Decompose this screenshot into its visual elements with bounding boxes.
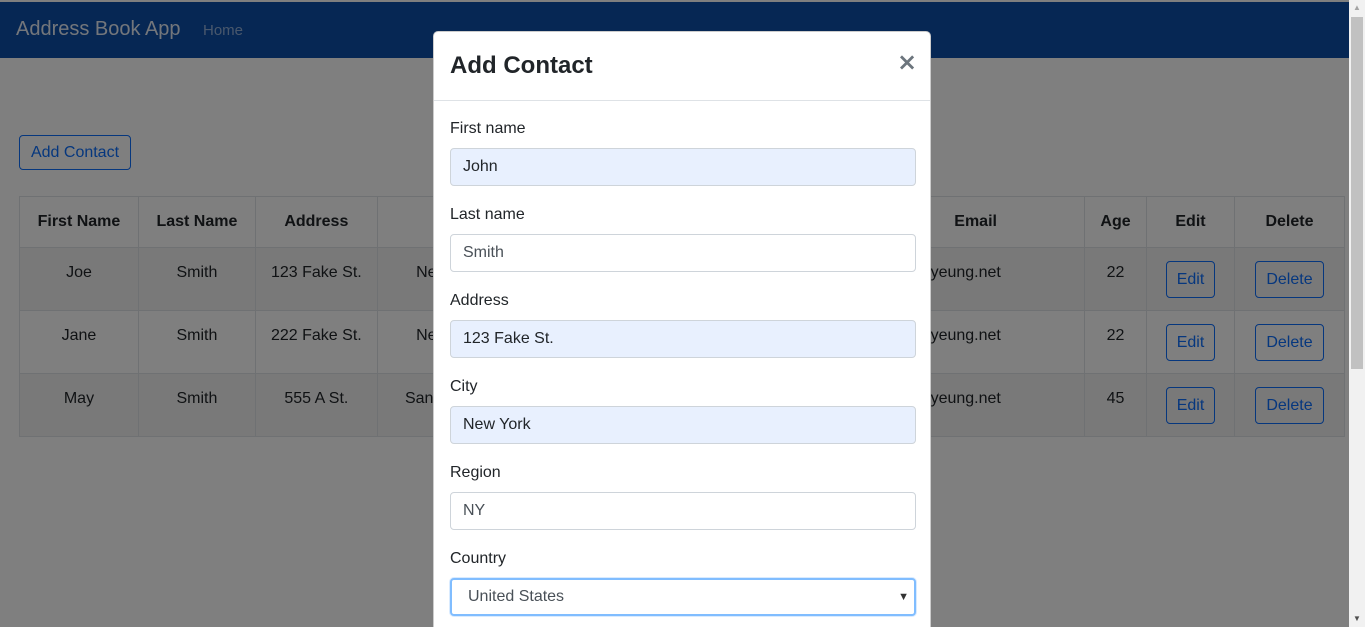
chevron-down-icon: ▼ xyxy=(898,591,909,603)
close-icon[interactable]: × xyxy=(897,49,917,75)
last-name-input[interactable]: Smith xyxy=(450,234,916,272)
address-input[interactable]: 123 Fake St. xyxy=(450,320,916,358)
page: Address Book App Home Add Contact First … xyxy=(0,0,1349,627)
country-label: Country xyxy=(450,550,507,567)
region-input[interactable]: NY xyxy=(450,492,916,530)
add-contact-modal: Add Contact × First name John Last name … xyxy=(433,31,931,627)
address-label: Address xyxy=(450,292,509,309)
city-label: City xyxy=(450,378,478,395)
last-name-label: Last name xyxy=(450,206,525,223)
page-scrollbar[interactable]: ▲ ▼ xyxy=(1349,0,1365,627)
scroll-up-arrow-icon[interactable]: ▲ xyxy=(1349,0,1365,16)
region-label: Region xyxy=(450,464,501,481)
scroll-thumb[interactable] xyxy=(1351,17,1363,369)
country-select-value: United States xyxy=(468,588,565,605)
country-select[interactable]: United States ▼ xyxy=(450,578,916,616)
first-name-label: First name xyxy=(450,120,526,137)
scroll-down-arrow-icon[interactable]: ▼ xyxy=(1349,611,1365,627)
modal-header: Add Contact × xyxy=(434,32,930,101)
modal-title: Add Contact xyxy=(450,52,593,79)
first-name-input[interactable]: John xyxy=(450,148,916,186)
city-input[interactable]: New York xyxy=(450,406,916,444)
